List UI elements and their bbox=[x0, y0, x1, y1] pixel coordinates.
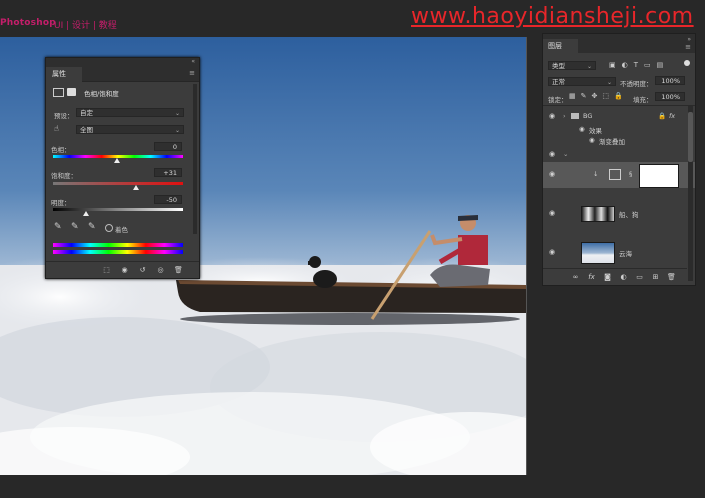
fill-input[interactable]: 100% bbox=[655, 92, 685, 101]
properties-panel: « 属性 ≡ 色相/饱和度 预设： 自定 ⌄ ☝ 全图 ⌄ 色相： 0 饱和度： +… bbox=[45, 57, 200, 279]
lightness-label: 明度： bbox=[51, 199, 71, 207]
visibility-eye-icon[interactable]: ◉ bbox=[589, 136, 595, 144]
layers-panel: 图层 » ≡ 类型 ⌄ ▣◐T▭▤ 正常 ⌄ 不透明度： 100% 锁定： ▦✎✥⬚… bbox=[542, 33, 696, 286]
spectrum-bar-top bbox=[53, 243, 183, 247]
eyedropper-minus-icon[interactable]: ✎ bbox=[88, 222, 96, 232]
spectrum-bar-bottom bbox=[53, 250, 183, 254]
eyedropper-icon[interactable]: ✎ bbox=[54, 222, 62, 232]
effect-name: 渐变叠加 bbox=[599, 138, 625, 146]
adjustment-icon bbox=[53, 88, 64, 97]
collapse-icon[interactable]: » bbox=[687, 36, 691, 43]
visibility-eye-icon[interactable]: ◉ bbox=[549, 170, 555, 178]
brand-tagline: UI | 设计 | 教程 bbox=[54, 21, 117, 31]
hue-input[interactable]: 0 bbox=[154, 142, 182, 151]
add-mask-icon[interactable]: ◙ bbox=[603, 273, 612, 281]
properties-footer: ⬚ ◉ ↺ ◎ 🗑 bbox=[46, 261, 199, 278]
layers-footer: ∞ fx ◙ ◐ ▭ ⊞ 🗑 bbox=[543, 268, 687, 285]
view-previous-icon[interactable]: ◉ bbox=[120, 266, 129, 274]
chevron-down-icon[interactable]: ⌄ bbox=[563, 150, 568, 158]
layer-row-bg-group[interactable]: ◉ › BG 🔒 fx bbox=[543, 112, 695, 124]
lock-icon: 🔒 bbox=[658, 112, 667, 120]
saturation-label: 饱和度： bbox=[51, 172, 77, 180]
saturation-slider-thumb[interactable] bbox=[133, 185, 139, 190]
layer-filter-kind[interactable]: 类型 ⌄ bbox=[548, 61, 596, 70]
filter-toggle-icon[interactable] bbox=[684, 60, 690, 66]
fx-icon[interactable]: fx bbox=[587, 273, 596, 281]
clip-to-layer-icon[interactable]: ⬚ bbox=[102, 266, 111, 274]
eyedropper-plus-icon[interactable]: ✎ bbox=[71, 222, 79, 232]
brand-logo-text: Photoshop bbox=[0, 18, 56, 28]
lock-label: 锁定： bbox=[548, 96, 568, 104]
preset-label: 预设： bbox=[54, 112, 74, 120]
collapse-icon[interactable]: « bbox=[191, 58, 195, 65]
visibility-eye-icon[interactable]: ◉ bbox=[549, 150, 555, 158]
panel-menu-icon[interactable]: ≡ bbox=[189, 69, 195, 77]
adjustment-layer-icon bbox=[609, 169, 621, 180]
new-layer-icon[interactable]: ⊞ bbox=[651, 273, 660, 281]
fill-label: 填充： bbox=[633, 96, 653, 104]
visibility-eye-icon[interactable]: ◉ bbox=[549, 209, 555, 217]
fx-icon[interactable]: fx bbox=[669, 112, 675, 120]
chevron-down-icon: ⌄ bbox=[174, 110, 180, 117]
chevron-right-icon[interactable]: › bbox=[563, 112, 566, 120]
properties-scrollbar[interactable] bbox=[193, 84, 197, 234]
visibility-eye-icon[interactable]: ◉ bbox=[549, 112, 555, 120]
layer-filter-icons[interactable]: ▣◐T▭▤ bbox=[609, 61, 669, 69]
effects-label: 效果 bbox=[589, 127, 602, 135]
saturation-slider-track[interactable] bbox=[53, 182, 183, 185]
chevron-down-icon: ⌄ bbox=[174, 127, 180, 134]
link-layers-icon[interactable]: ∞ bbox=[571, 273, 580, 281]
link-icon[interactable]: § bbox=[629, 170, 632, 178]
hue-label: 色相： bbox=[51, 146, 71, 154]
folder-icon bbox=[571, 113, 579, 119]
layer-mask-thumbnail[interactable] bbox=[639, 164, 679, 188]
lightness-slider-thumb[interactable] bbox=[83, 211, 89, 216]
layer-row-cloud-sea[interactable]: ◉ 云海 bbox=[543, 241, 695, 264]
new-group-icon[interactable]: ▭ bbox=[635, 273, 644, 281]
layer-row-effects[interactable]: ◉ 效果 bbox=[543, 125, 695, 135]
blend-mode-select[interactable]: 正常 ⌄ bbox=[548, 77, 616, 86]
adjustment-layer-icon[interactable]: ◐ bbox=[619, 273, 628, 281]
tab-properties[interactable]: 属性 bbox=[46, 67, 82, 82]
clip-arrow-icon: ↓ bbox=[593, 170, 599, 178]
delete-icon[interactable]: 🗑 bbox=[667, 273, 676, 281]
tab-layers[interactable]: 图层 bbox=[543, 39, 578, 53]
hue-slider-thumb[interactable] bbox=[114, 158, 120, 163]
layer-row-boat-dog[interactable]: ◉ 船、狗 bbox=[543, 204, 695, 224]
opacity-input[interactable]: 100% bbox=[655, 76, 685, 85]
layer-thumbnail bbox=[581, 206, 615, 222]
hand-tool-icon[interactable]: ☝ bbox=[54, 124, 59, 133]
layer-name: BG bbox=[583, 112, 593, 120]
lightness-slider-track[interactable] bbox=[53, 208, 183, 211]
mask-icon[interactable] bbox=[67, 88, 76, 96]
visibility-eye-icon[interactable]: ◎ bbox=[156, 266, 165, 274]
adjustment-title: 色相/饱和度 bbox=[84, 90, 119, 98]
panel-menu-icon[interactable]: ≡ bbox=[685, 43, 691, 51]
visibility-eye-icon[interactable]: ◉ bbox=[549, 248, 555, 256]
colorize-checkbox[interactable] bbox=[105, 224, 113, 232]
visibility-eye-icon[interactable]: ◉ bbox=[579, 125, 585, 133]
chevron-down-icon: ⌄ bbox=[586, 63, 592, 70]
layer-thumbnail bbox=[581, 242, 615, 264]
reset-icon[interactable]: ↺ bbox=[138, 266, 147, 274]
preset-select[interactable]: 自定 ⌄ bbox=[76, 108, 184, 117]
layer-name: 船、狗 bbox=[619, 211, 639, 219]
layer-row-gradient-overlay[interactable]: ◉ 渐变叠加 bbox=[543, 136, 695, 146]
opacity-label: 不透明度： bbox=[620, 80, 653, 88]
lightness-input[interactable]: -50 bbox=[154, 195, 182, 204]
channel-select[interactable]: 全图 ⌄ bbox=[76, 125, 184, 134]
chevron-down-icon: ⌄ bbox=[606, 79, 612, 86]
layers-scrollbar-thumb[interactable] bbox=[688, 112, 693, 162]
layer-row-group[interactable]: ◉ ⌄ bbox=[543, 150, 695, 160]
layer-row-adjustment[interactable]: ◉ ↓ § bbox=[543, 162, 695, 188]
saturation-input[interactable]: +31 bbox=[154, 168, 182, 177]
layer-name: 云海 bbox=[619, 250, 632, 258]
properties-titlebar[interactable]: « bbox=[46, 58, 199, 67]
lock-icons[interactable]: ▦✎✥⬚🔒 bbox=[569, 92, 628, 100]
colorize-label: 着色 bbox=[115, 226, 128, 234]
site-url-watermark: www.haoyidiansheji.com bbox=[411, 4, 694, 29]
delete-icon[interactable]: 🗑 bbox=[174, 266, 183, 274]
